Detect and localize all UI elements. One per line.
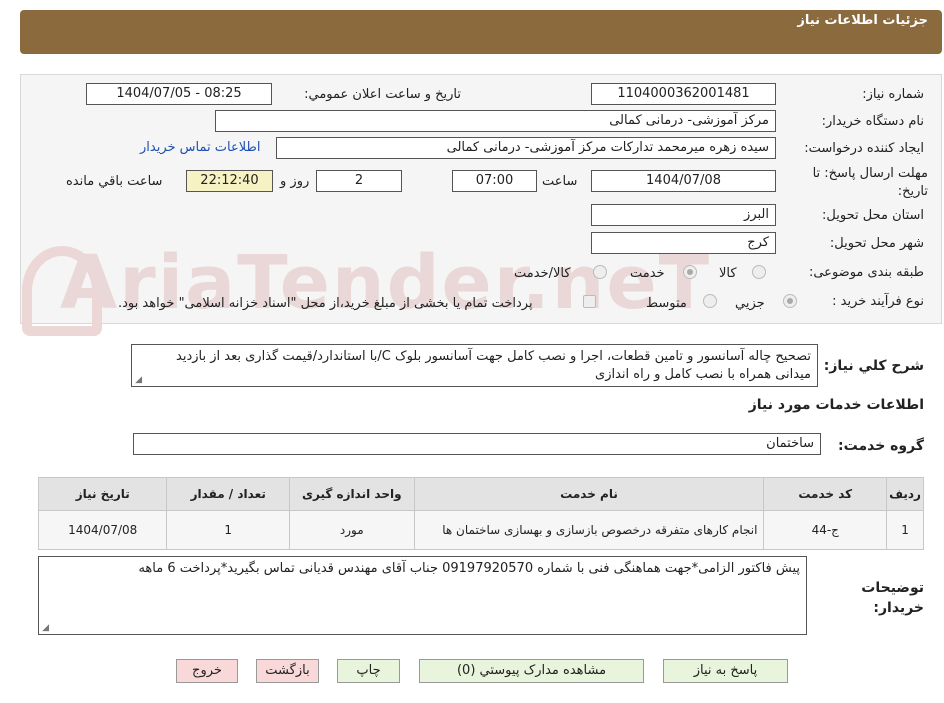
category-label: طبقه بندی موضوعی: — [808, 265, 924, 280]
col-header-row-number: رديف — [886, 477, 924, 511]
category-goods-radio[interactable] — [752, 265, 766, 279]
resize-handle-icon[interactable]: ◢ — [134, 376, 142, 385]
col-header-unit: واحد اندازه گيری — [289, 477, 415, 511]
col-header-service-code: کد خدمت — [763, 477, 888, 511]
announce-datetime-label: تاریخ و ساعت اعلان عمومي: — [304, 87, 461, 102]
remaining-time-field: 22:12:40 — [186, 170, 273, 192]
province-field[interactable]: البرز — [591, 204, 776, 226]
category-goods-label: کالا — [719, 266, 737, 281]
buyer-notes-text: پیش فاکتور الزامی*جهت هماهنگی فنی با شما… — [138, 561, 800, 576]
treasury-note: پرداخت تمام یا بخشی از مبلغ خرید،از محل … — [118, 296, 533, 311]
page-title: جزئیات اطلاعات نیاز — [797, 13, 928, 28]
buyer-org-field[interactable]: مرکز آموزشی- درمانی کمالی — [215, 110, 776, 132]
remaining-time-label: ساعت باقي مانده — [66, 174, 163, 189]
service-group-label: گروه خدمت: — [838, 438, 924, 454]
requester-label: ايجاد کننده درخواست: — [804, 141, 924, 156]
buyer-notes-label: توضيحات خريدار: — [861, 580, 924, 616]
purchase-minor-radio[interactable] — [783, 294, 797, 308]
purchase-medium-radio[interactable] — [703, 294, 717, 308]
service-group-field[interactable]: ساختمان — [133, 433, 821, 455]
reply-button[interactable]: پاسخ به نياز — [663, 659, 788, 683]
need-number-label: شماره نیاز: — [862, 87, 924, 102]
table-row: 1 ج-44 انجام کارهای متفرقه درخصوص بازساز… — [37, 510, 924, 550]
category-service-radio[interactable] — [683, 265, 697, 279]
resize-handle-icon[interactable]: ◢ — [41, 624, 49, 633]
col-header-quantity: تعداد / مقدار — [166, 477, 291, 511]
description-label: شرح کلي نياز: — [823, 358, 924, 374]
city-field[interactable]: کرج — [591, 232, 776, 254]
cell-quantity: 1 — [166, 510, 291, 550]
services-title: اطلاعات خدمات مورد نياز — [748, 397, 924, 413]
view-attachments-button[interactable]: مشاهده مدارک پيوستي (0) — [419, 659, 644, 683]
category-goods-service-radio[interactable] — [593, 265, 607, 279]
purchase-medium-label: متوسط — [646, 296, 687, 311]
col-header-need-date: تاريخ نياز — [37, 477, 168, 511]
requester-field[interactable]: سیده زهره میرمحمد تدارکات مرکز آموزشی- د… — [276, 137, 776, 159]
purchase-minor-label: جزيي — [735, 296, 765, 311]
deadline-days-label: روز و — [280, 174, 310, 189]
services-table: رديف کد خدمت نام خدمت واحد اندازه گيری ت… — [37, 477, 924, 550]
description-textarea[interactable]: تصحیح چاله آسانسور و تامین قطعات، اجرا و… — [131, 344, 818, 387]
category-service-label: خدمت — [630, 266, 665, 281]
cell-service-name: انجام کارهای متفرقه درخصوص بازسازی و بهس… — [413, 510, 765, 550]
city-label: شهر محل تحويل: — [829, 236, 924, 251]
cell-unit: مورد — [289, 510, 415, 550]
table-header-row: رديف کد خدمت نام خدمت واحد اندازه گيری ت… — [37, 477, 924, 511]
purchase-type-label: نوع فرآيند خريد : — [832, 294, 924, 309]
announce-datetime-field[interactable]: 1404/07/05 - 08:25 — [86, 83, 272, 105]
col-header-service-name: نام خدمت — [413, 477, 765, 511]
deadline-days-field[interactable]: 2 — [316, 170, 402, 192]
deadline-time-label: ساعت — [542, 174, 578, 189]
buyer-notes-textarea[interactable]: پیش فاکتور الزامی*جهت هماهنگی فنی با شما… — [38, 556, 807, 635]
buyer-org-label: نام دستگاه خريدار: — [821, 114, 924, 129]
description-text: تصحیح چاله آسانسور و تامین قطعات، اجرا و… — [176, 349, 811, 382]
deadline-time-field[interactable]: 07:00 — [452, 170, 537, 192]
province-label: استان محل تحويل: — [822, 208, 924, 223]
cell-need-date: 1404/07/08 — [37, 510, 168, 550]
exit-button[interactable]: خروج — [176, 659, 238, 683]
treasury-checkbox[interactable] — [583, 295, 596, 308]
category-goods-service-label: کالا/خدمت — [514, 266, 571, 281]
print-button[interactable]: چاپ — [337, 659, 400, 683]
deadline-date-field[interactable]: 1404/07/08 — [591, 170, 776, 192]
need-number-field[interactable]: 1104000362001481 — [591, 83, 776, 105]
cell-row-number: 1 — [886, 510, 924, 550]
back-button[interactable]: بازگشت — [256, 659, 319, 683]
cell-service-code: ج-44 — [763, 510, 888, 550]
buyer-contact-link[interactable]: اطلاعات تماس خريدار — [140, 140, 260, 155]
deadline-label: مهلت ارسال پاسخ: تا تاريخ: — [812, 166, 928, 199]
